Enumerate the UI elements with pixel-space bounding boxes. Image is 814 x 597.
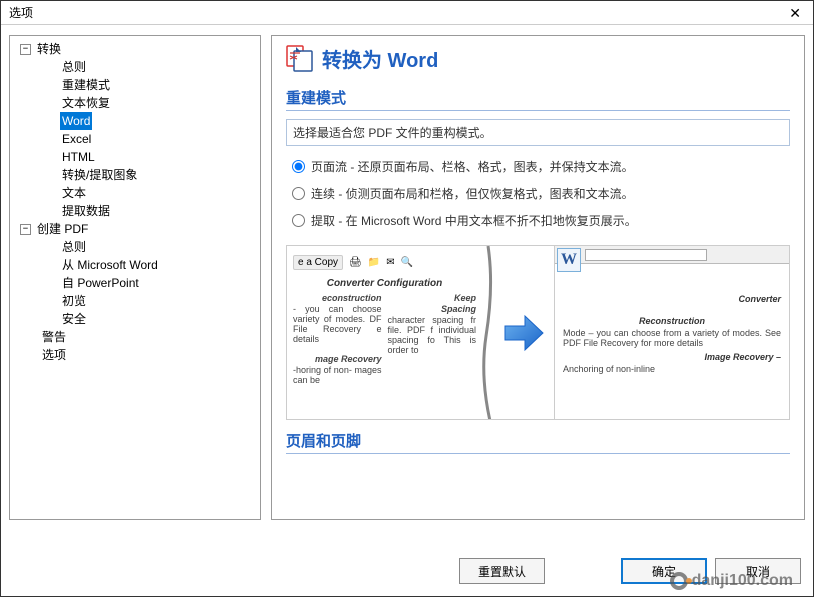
- tree-node-convert[interactable]: 转换: [35, 40, 63, 58]
- tree-node-images[interactable]: 转换/提取图象: [60, 166, 139, 184]
- preview-conf-heading: Converter Configuration: [293, 278, 476, 289]
- radio-continuous-label: 连续 - 侦测页面布局和栏格，但仅恢复格式，图表和文本流。: [311, 185, 634, 202]
- tree-node-text-recovery[interactable]: 文本恢复: [60, 94, 112, 112]
- window-title: 选项: [9, 1, 33, 25]
- printer-icon: 🖨: [349, 257, 362, 268]
- tree-node-warning[interactable]: 警告: [40, 328, 68, 346]
- tree-node-excel[interactable]: Excel: [60, 130, 93, 148]
- tree-node-from-ppt[interactable]: 自 PowerPoint: [60, 274, 141, 292]
- expander-icon[interactable]: −: [20, 44, 31, 55]
- ok-button[interactable]: 确定: [621, 558, 707, 584]
- expander-icon[interactable]: −: [20, 224, 31, 235]
- preview-right-col: Keep Spacing character spacing fr file. …: [388, 293, 477, 385]
- preview-left-col: econstruction - you can choose variety o…: [293, 293, 382, 385]
- tree-node-options[interactable]: 选项: [40, 346, 68, 364]
- page-curl-divider: [482, 246, 494, 419]
- reset-defaults-button[interactable]: 重置默认: [459, 558, 545, 584]
- section-header-footer-title: 页眉和页脚: [286, 430, 790, 454]
- tree-node-create-pdf[interactable]: 创建 PDF: [35, 220, 90, 238]
- radio-continuous-row[interactable]: 连续 - 侦测页面布局和栏格，但仅恢复格式，图表和文本流。: [292, 185, 790, 202]
- main-panel: 转换为 Word 重建模式 选择最适合您 PDF 文件的重构模式。 页面流 - …: [271, 35, 805, 520]
- radio-flow-row[interactable]: 页面流 - 还原页面布局、栏格、格式，图表，并保持文本流。: [292, 158, 790, 175]
- tree-node-security[interactable]: 安全: [60, 310, 88, 328]
- content-area: − 转换 总则 重建模式 文本恢复 Word Excel HTML 转换/提取图…: [1, 25, 813, 530]
- tree-panel: − 转换 总则 重建模式 文本恢复 Word Excel HTML 转换/提取图…: [9, 35, 261, 520]
- arrow-icon: [494, 246, 554, 419]
- copy-button-preview: e a Copy: [293, 255, 343, 270]
- tree-node-text[interactable]: 文本: [60, 184, 88, 202]
- preview-word-output: W Converter Reconstruction Mode – you ca…: [554, 246, 789, 419]
- tree-node-general[interactable]: 总则: [60, 58, 88, 76]
- radio-flow-label: 页面流 - 还原页面布局、栏格、格式，图表，并保持文本流。: [311, 158, 634, 175]
- tree-node-rebuild[interactable]: 重建模式: [60, 76, 112, 94]
- radio-continuous[interactable]: [292, 187, 305, 200]
- radio-extract-row[interactable]: 提取 - 在 Microsoft Word 中用文本框不折不扣地恢复页展示。: [292, 212, 790, 229]
- mail-icon: ✉: [386, 257, 394, 268]
- tree-node-html[interactable]: HTML: [60, 148, 97, 166]
- preview-source: e a Copy 🖨 📁 ✉ 🔍 Converter Configuration…: [287, 246, 482, 419]
- close-icon[interactable]: ✕: [785, 1, 805, 25]
- word-ruler: [555, 246, 789, 264]
- tree-node-preview[interactable]: 初览: [60, 292, 88, 310]
- preview-toolbar: e a Copy 🖨 📁 ✉ 🔍: [293, 252, 476, 272]
- tree-node-general2[interactable]: 总则: [60, 238, 88, 256]
- cancel-button[interactable]: 取消: [715, 558, 801, 584]
- word-app-icon: W: [557, 248, 581, 272]
- radio-flow[interactable]: [292, 160, 305, 173]
- main-title: 转换为 Word: [322, 44, 438, 73]
- tree-node-word[interactable]: Word: [60, 112, 92, 130]
- folder-icon: 📁: [368, 257, 380, 268]
- description-box: 选择最适合您 PDF 文件的重构模式。: [286, 119, 790, 146]
- tree-node-data[interactable]: 提取数据: [60, 202, 112, 220]
- convert-to-word-icon: [286, 45, 314, 73]
- binoculars-icon: 🔍: [401, 257, 413, 268]
- tree-node-from-word[interactable]: 从 Microsoft Word: [60, 256, 160, 274]
- bottom-button-bar: 重置默认 确定 取消: [459, 558, 801, 584]
- radio-extract-label: 提取 - 在 Microsoft Word 中用文本框不折不扣地恢复页展示。: [311, 212, 637, 229]
- preview-area: e a Copy 🖨 📁 ✉ 🔍 Converter Configuration…: [286, 245, 790, 420]
- titlebar: 选项 ✕: [1, 1, 813, 25]
- section-rebuild-title: 重建模式: [286, 87, 790, 111]
- main-title-row: 转换为 Word: [286, 44, 790, 73]
- radio-extract[interactable]: [292, 214, 305, 227]
